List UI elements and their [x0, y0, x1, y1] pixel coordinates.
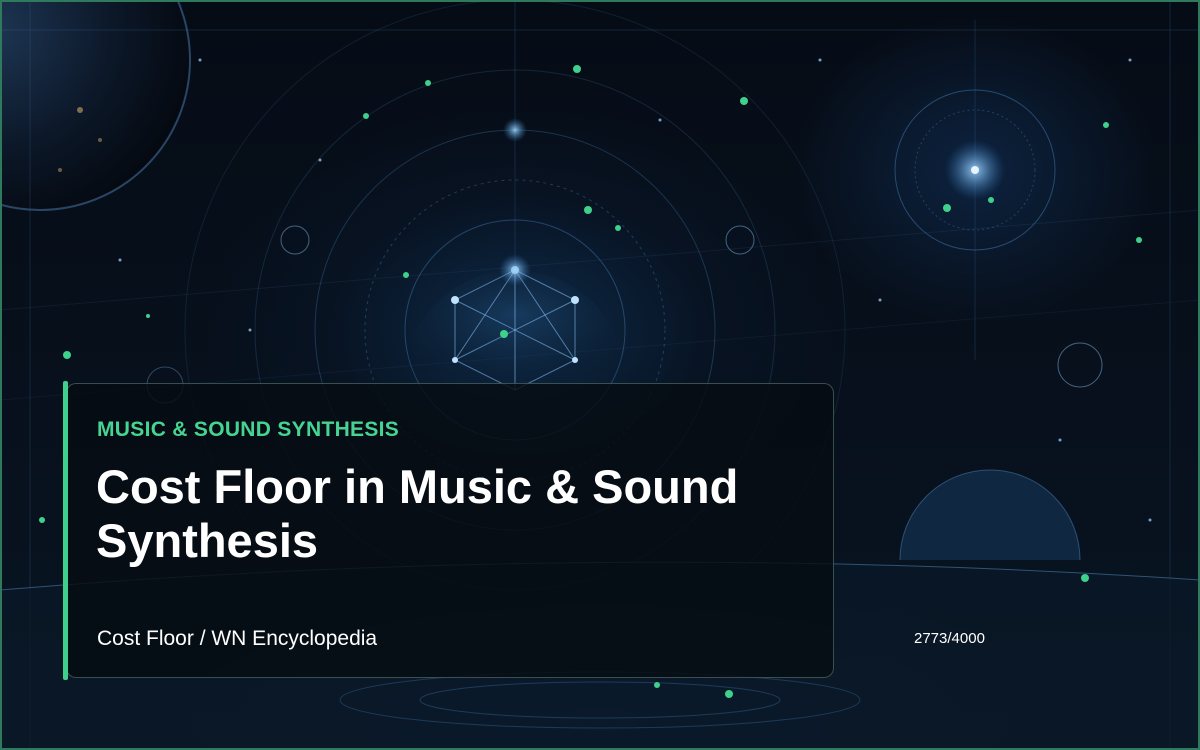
card-accent-bar — [63, 381, 68, 680]
page-counter: 2773/4000 — [914, 630, 985, 647]
category-label: MUSIC & SOUND SYNTHESIS — [97, 418, 400, 441]
source-caption: Cost Floor / WN Encyclopedia — [97, 627, 378, 650]
planet-top-left — [0, 0, 191, 211]
page-title: Cost Floor in Music & Sound Synthesis — [96, 460, 739, 567]
right-orb — [146, 89, 1103, 404]
